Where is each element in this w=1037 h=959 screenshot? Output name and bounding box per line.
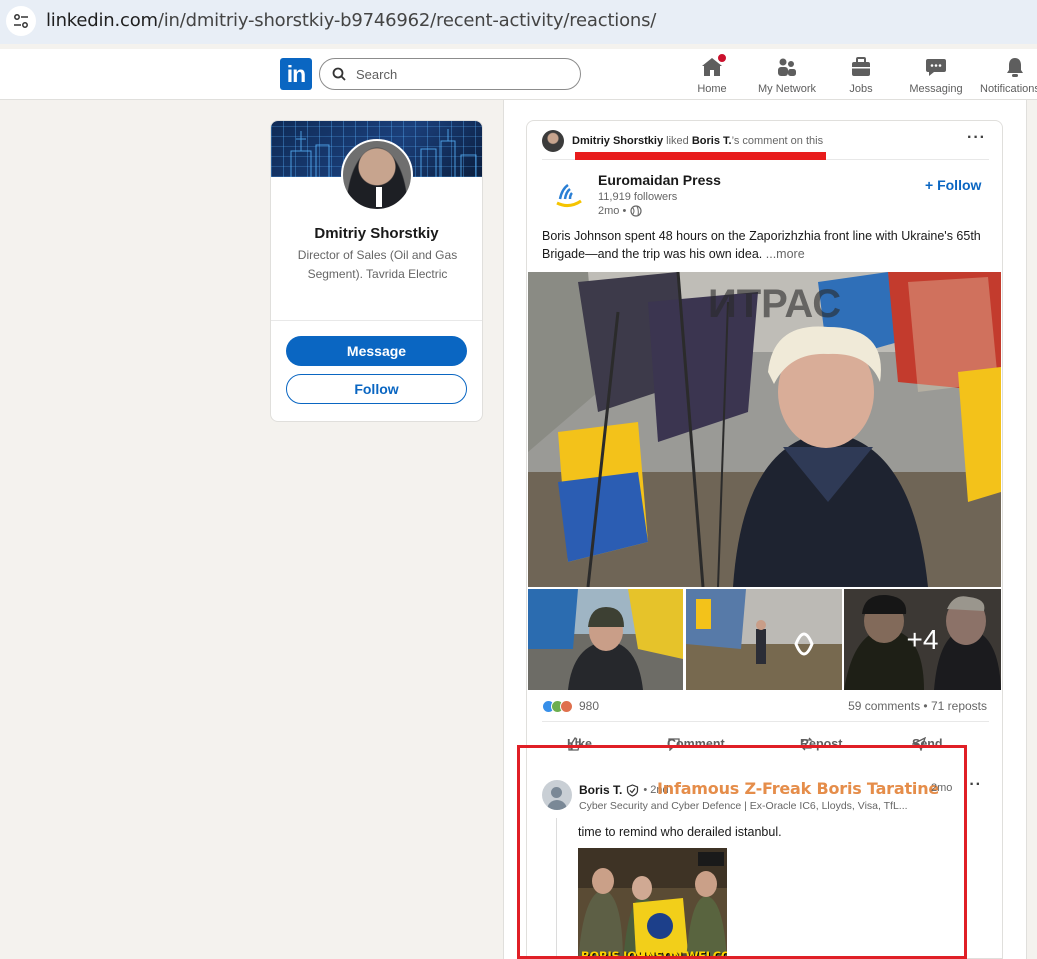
activity-actor[interactable]: Dmitriy Shorstkiy <box>572 135 663 147</box>
profile-title: Director of Sales (Oil and Gas Segment).… <box>297 248 458 281</box>
browser-url-bar: linkedin.com/in/dmitriy-shorstkiy-b97469… <box>0 0 1037 44</box>
nav-home[interactable]: Home <box>674 52 750 95</box>
messaging-icon <box>898 55 974 79</box>
message-button[interactable]: Message <box>286 336 467 366</box>
annotation-highlight-box <box>517 745 967 959</box>
follow-org-button[interactable]: + Follow <box>925 177 981 193</box>
post-thumb-image[interactable] <box>686 589 842 690</box>
see-more-link[interactable]: ...more <box>766 247 805 261</box>
activity-target[interactable]: Boris T. <box>692 135 732 147</box>
home-icon <box>674 52 750 79</box>
activity-suffix: ’s comment on this <box>731 135 824 147</box>
actor-avatar[interactable] <box>542 130 564 152</box>
nav-notifications[interactable]: Notifications <box>974 55 1037 95</box>
profile-avatar[interactable] <box>341 139 413 211</box>
divider <box>271 320 482 321</box>
divider <box>542 721 989 722</box>
nav-my-network[interactable]: My Network <box>749 55 825 95</box>
profile-name[interactable]: Dmitriy Shorstkiy <box>271 225 482 242</box>
profile-card: Dmitriy Shorstkiy Director of Sales (Oil… <box>270 120 483 422</box>
activity-header: Dmitriy Shorstkiy liked Boris T.’s comme… <box>542 130 823 152</box>
org-name[interactable]: Euromaidan Press <box>598 172 721 188</box>
post-text: Boris Johnson spent 48 hours on the Zapo… <box>542 229 981 261</box>
post-thumb-image[interactable] <box>528 589 683 690</box>
globe-icon <box>630 205 642 217</box>
nav-messaging[interactable]: Messaging <box>898 55 974 95</box>
annotation-underline <box>575 152 826 160</box>
post-thumb-image[interactable]: +4 <box>844 589 1001 690</box>
nav-jobs[interactable]: Jobs <box>823 55 899 95</box>
more-images-overlay[interactable]: +4 <box>844 589 1001 690</box>
follow-profile-button[interactable]: Follow <box>286 374 467 404</box>
briefcase-icon <box>823 55 899 79</box>
plus-icon: + <box>925 177 934 193</box>
notification-badge <box>716 52 728 64</box>
love-reaction-icon <box>560 699 573 713</box>
svg-text:ИТРАС: ИТРАС <box>708 282 841 326</box>
post-main-image[interactable]: ИТРАС <box>528 272 1001 587</box>
top-nav: in Search Home My Network Jobs Messaging… <box>0 49 1037 100</box>
site-settings-icon[interactable] <box>6 6 36 36</box>
activity-verb: liked <box>666 135 689 147</box>
org-followers: 11,919 followers <box>598 191 678 203</box>
comments-reposts-count[interactable]: 59 comments • 71 reposts <box>848 699 987 713</box>
post-time: 2mo • <box>598 205 642 217</box>
reaction-count: 980 <box>579 699 600 713</box>
bell-icon <box>980 55 1037 79</box>
reactions-summary[interactable]: 980 <box>542 699 599 713</box>
network-icon <box>749 55 825 79</box>
org-logo[interactable] <box>550 175 588 213</box>
address-field[interactable]: linkedin.com/in/dmitriy-shorstkiy-b97469… <box>46 10 656 31</box>
post-more-options-icon[interactable]: ··· <box>967 129 986 147</box>
